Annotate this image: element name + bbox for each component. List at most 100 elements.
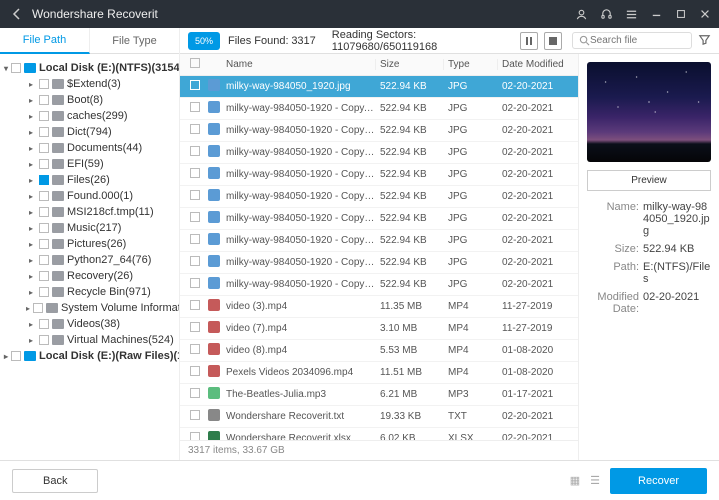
file-row[interactable]: milky-way-984050-1920 - Copy (5).jpg522.… bbox=[180, 186, 578, 208]
pause-scan-button[interactable] bbox=[520, 32, 538, 50]
tree-item[interactable]: ▸Found.000(1) bbox=[26, 188, 175, 204]
file-row[interactable]: milky-way-984050-1920 - Copy (2).jpg522.… bbox=[180, 120, 578, 142]
tree-item[interactable]: ▸Python27_64(76) bbox=[26, 252, 175, 268]
caret-right-icon[interactable]: ▸ bbox=[26, 288, 36, 297]
file-row[interactable]: Wondershare Recoverit.txt19.33 KBTXT02-2… bbox=[180, 406, 578, 428]
tree-checkbox[interactable] bbox=[39, 159, 49, 169]
tree-checkbox[interactable] bbox=[33, 303, 43, 313]
maximize-icon[interactable] bbox=[675, 8, 687, 21]
tree-checkbox[interactable] bbox=[11, 351, 21, 361]
search-input[interactable] bbox=[590, 35, 680, 46]
tree-item[interactable]: ▸Videos(38) bbox=[26, 316, 175, 332]
row-checkbox[interactable] bbox=[190, 168, 200, 178]
row-checkbox[interactable] bbox=[190, 212, 200, 222]
tree-checkbox[interactable] bbox=[39, 239, 49, 249]
tree-item[interactable]: ▸MSI218cf.tmp(11) bbox=[26, 204, 175, 220]
row-checkbox[interactable] bbox=[190, 256, 200, 266]
file-row[interactable]: milky-way-984050-1920 - Copy (8).jpg522.… bbox=[180, 252, 578, 274]
caret-right-icon[interactable]: ▸ bbox=[26, 240, 36, 249]
caret-right-icon[interactable]: ▸ bbox=[26, 128, 36, 137]
caret-right-icon[interactable]: ▸ bbox=[26, 192, 36, 201]
tree-checkbox[interactable] bbox=[39, 207, 49, 217]
file-row[interactable]: milky-way-984050-1920 - Copy (3).jpg522.… bbox=[180, 142, 578, 164]
caret-right-icon[interactable]: ▸ bbox=[26, 144, 36, 153]
tab-file-path[interactable]: File Path bbox=[0, 28, 90, 54]
tree-item[interactable]: ▸Recycle Bin(971) bbox=[26, 284, 175, 300]
caret-right-icon[interactable]: ▸ bbox=[26, 304, 30, 313]
search-box[interactable] bbox=[572, 32, 692, 49]
column-name[interactable]: Name bbox=[222, 59, 376, 70]
file-row[interactable]: video (8).mp45.53 MBMP401-08-2020 bbox=[180, 340, 578, 362]
file-row[interactable]: milky-way-984050-1920 - Copy (4).jpg522.… bbox=[180, 164, 578, 186]
tree-checkbox[interactable] bbox=[39, 127, 49, 137]
tree-checkbox[interactable] bbox=[39, 191, 49, 201]
caret-right-icon[interactable]: ▸ bbox=[26, 272, 36, 281]
file-row[interactable]: Pexels Videos 2034096.mp411.51 MBMP401-0… bbox=[180, 362, 578, 384]
support-icon[interactable] bbox=[600, 8, 613, 21]
caret-right-icon[interactable]: ▸ bbox=[26, 80, 36, 89]
folder-tree[interactable]: ▾ Local Disk (E:)(NTFS)(3154) ▸$Extend(3… bbox=[0, 54, 180, 460]
tree-checkbox[interactable] bbox=[39, 223, 49, 233]
tree-checkbox[interactable] bbox=[39, 143, 49, 153]
caret-right-icon[interactable]: ▸ bbox=[26, 112, 36, 121]
tree-item[interactable]: ▸caches(299) bbox=[26, 108, 175, 124]
row-checkbox[interactable] bbox=[190, 146, 200, 156]
menu-icon[interactable] bbox=[625, 8, 638, 21]
column-type[interactable]: Type bbox=[444, 59, 498, 70]
tree-item[interactable]: ▸Dict(794) bbox=[26, 124, 175, 140]
caret-right-icon[interactable]: ▸ bbox=[4, 352, 8, 361]
row-checkbox[interactable] bbox=[190, 124, 200, 134]
column-size[interactable]: Size bbox=[376, 59, 444, 70]
back-nav-icon[interactable] bbox=[8, 5, 26, 23]
file-row[interactable]: milky-way-984050_1920.jpg522.94 KBJPG02-… bbox=[180, 76, 578, 98]
recover-button[interactable]: Recover bbox=[610, 468, 707, 494]
caret-right-icon[interactable]: ▸ bbox=[26, 176, 36, 185]
caret-right-icon[interactable]: ▸ bbox=[26, 224, 36, 233]
filter-icon[interactable] bbox=[698, 33, 711, 49]
file-row[interactable]: The-Beatles-Julia.mp36.21 MBMP301-17-202… bbox=[180, 384, 578, 406]
close-icon[interactable] bbox=[699, 8, 711, 21]
tree-checkbox[interactable] bbox=[39, 271, 49, 281]
stop-scan-button[interactable] bbox=[544, 32, 562, 50]
tree-item[interactable]: ▸Recovery(26) bbox=[26, 268, 175, 284]
tree-item[interactable]: ▸EFI(59) bbox=[26, 156, 175, 172]
row-checkbox[interactable] bbox=[190, 432, 200, 440]
file-row[interactable]: milky-way-984050-1920 - Copy (7).jpg522.… bbox=[180, 230, 578, 252]
back-button[interactable]: Back bbox=[12, 469, 98, 493]
caret-right-icon[interactable]: ▸ bbox=[26, 320, 36, 329]
caret-right-icon[interactable]: ▸ bbox=[26, 96, 36, 105]
tab-file-type[interactable]: File Type bbox=[90, 28, 180, 54]
row-checkbox[interactable] bbox=[190, 278, 200, 288]
row-checkbox[interactable] bbox=[190, 322, 200, 332]
file-row[interactable]: milky-way-984050-1920 - Copy (6).jpg522.… bbox=[180, 208, 578, 230]
tree-item[interactable]: ▸Boot(8) bbox=[26, 92, 175, 108]
row-checkbox[interactable] bbox=[190, 102, 200, 112]
row-checkbox[interactable] bbox=[190, 190, 200, 200]
row-checkbox[interactable] bbox=[190, 388, 200, 398]
tree-item[interactable]: ▸System Volume Information(50) bbox=[26, 300, 175, 316]
file-row[interactable]: milky-way-984050-1920 - Copy (9).jpg522.… bbox=[180, 274, 578, 296]
view-grid-icon[interactable]: ▦ bbox=[570, 474, 580, 487]
tree-item[interactable]: ▸Music(217) bbox=[26, 220, 175, 236]
caret-down-icon[interactable]: ▾ bbox=[4, 64, 8, 73]
column-date[interactable]: Date Modified bbox=[498, 59, 578, 70]
tree-root-ntfs[interactable]: ▾ Local Disk (E:)(NTFS)(3154) bbox=[4, 60, 175, 76]
tree-checkbox[interactable] bbox=[11, 63, 21, 73]
file-row[interactable]: video (3).mp411.35 MBMP411-27-2019 bbox=[180, 296, 578, 318]
minimize-icon[interactable] bbox=[650, 8, 663, 21]
row-checkbox[interactable] bbox=[190, 344, 200, 354]
tree-root-raw[interactable]: ▸ Local Disk (E:)(Raw Files)(163) bbox=[4, 348, 175, 364]
tree-checkbox[interactable] bbox=[39, 287, 49, 297]
row-checkbox[interactable] bbox=[190, 366, 200, 376]
row-checkbox[interactable] bbox=[190, 410, 200, 420]
caret-right-icon[interactable]: ▸ bbox=[26, 208, 36, 217]
view-list-icon[interactable]: ☰ bbox=[590, 474, 600, 487]
tree-checkbox[interactable] bbox=[39, 255, 49, 265]
row-checkbox[interactable] bbox=[190, 80, 200, 90]
caret-right-icon[interactable]: ▸ bbox=[26, 256, 36, 265]
tree-item[interactable]: ▸Documents(44) bbox=[26, 140, 175, 156]
tree-checkbox[interactable] bbox=[39, 95, 49, 105]
row-checkbox[interactable] bbox=[190, 300, 200, 310]
tree-checkbox[interactable] bbox=[39, 79, 49, 89]
tree-checkbox[interactable] bbox=[39, 319, 49, 329]
